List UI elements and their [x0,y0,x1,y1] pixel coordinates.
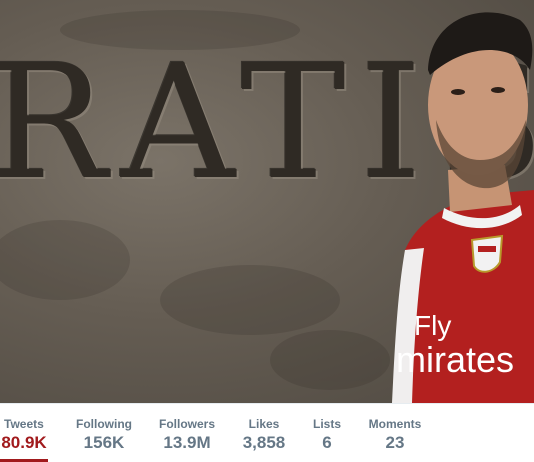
stat-lists[interactable]: Lists 6 [306,416,348,454]
shirt-sponsor-line2: mirates [396,339,514,380]
stat-lists-value: 6 [322,433,332,452]
stat-following-value: 156K [83,433,125,452]
stat-moments[interactable]: Moments 23 [364,416,426,454]
stat-tweets-label: Tweets [4,417,44,431]
player-photo: Fly mirates [0,10,534,403]
profile-stats-nav: Tweets 80.9K Following 156K Followers 13… [0,403,534,462]
stat-likes-value: 3,858 [242,433,286,452]
stat-followers-value: 13.9M [163,433,211,452]
profile-banner-image[interactable]: RATIS Fly mirates [0,0,534,403]
shirt-sponsor-line1: Fly [414,310,451,341]
stat-likes[interactable]: Likes 3,858 [238,416,290,454]
stat-tweets-value: 80.9K [1,433,47,452]
stat-followers-label: Followers [158,417,215,431]
stat-moments-value: 23 [385,433,405,452]
profile-page: RATIS Fly mirates Tweets 80.9K Following… [0,0,534,462]
stat-following-label: Following [76,417,132,431]
stat-moments-label: Moments [368,417,422,431]
stat-followers[interactable]: Followers 13.9M [156,416,218,454]
stat-lists-label: Lists [312,417,341,431]
stat-likes-label: Likes [248,417,280,431]
stat-following[interactable]: Following 156K [74,416,134,454]
stat-tweets[interactable]: Tweets 80.9K [0,416,50,462]
